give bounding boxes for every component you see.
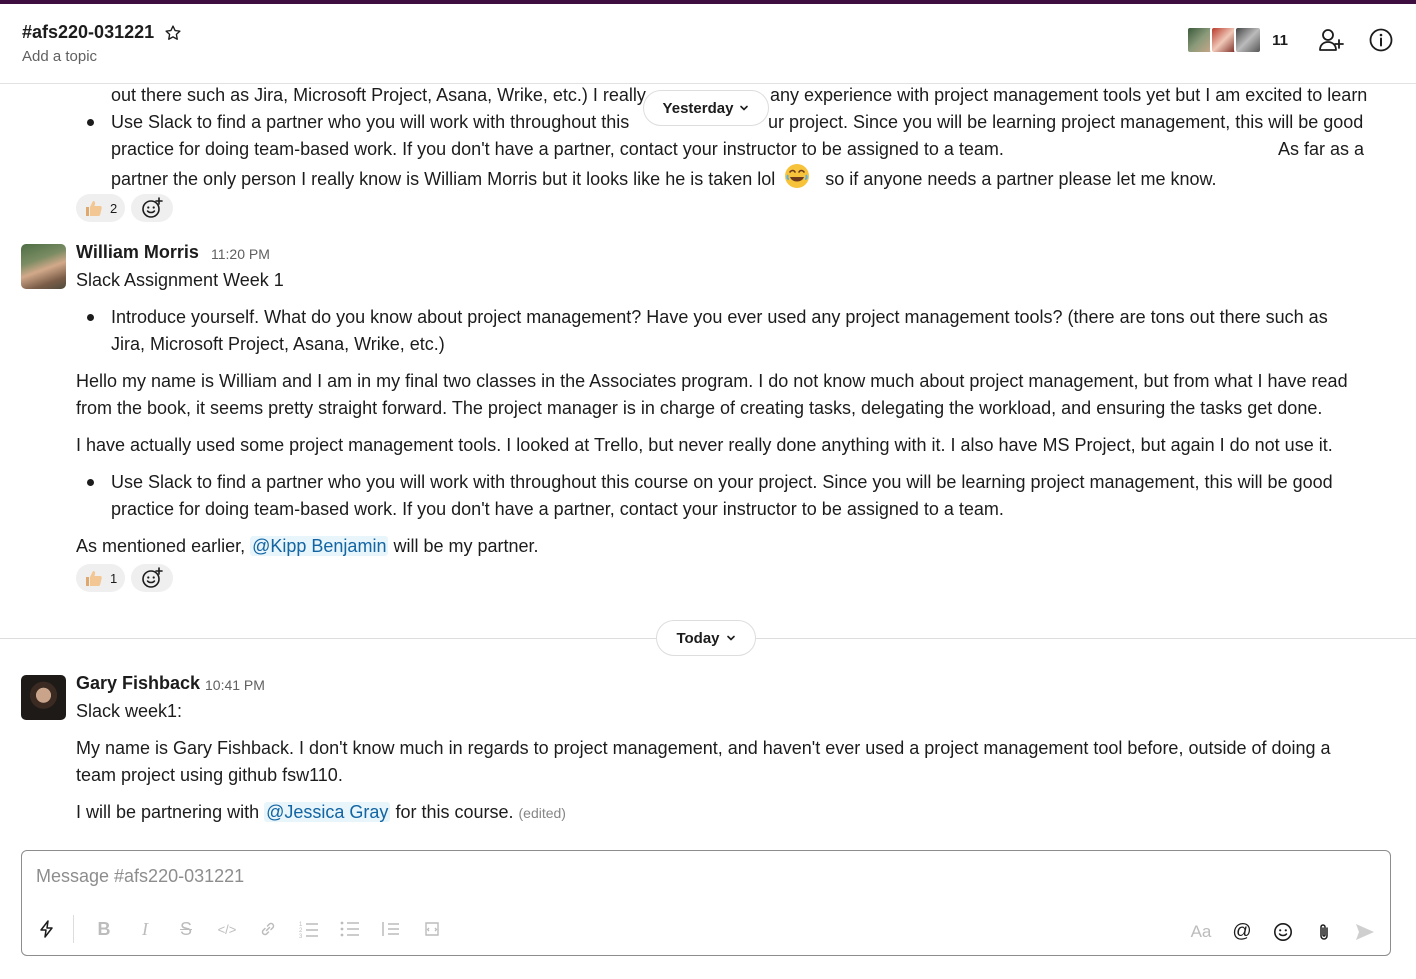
message-text: As mentioned earlier, @Kipp Benjamin wil… [76, 536, 539, 556]
date-divider-yesterday[interactable]: Yesterday [643, 90, 769, 126]
message-text: Introduce yourself. What do you know abo… [111, 307, 1328, 327]
code-block-icon[interactable] [421, 918, 443, 940]
channel-header: #afs220-031221 Add a topic 11 [0, 4, 1416, 84]
message-text: Hello my name is William and I am in my … [76, 371, 1348, 391]
formatting-toolbar: B I S </> 123 [36, 915, 462, 943]
message-text: Use Slack to find a partner who you will… [111, 472, 1333, 492]
header-actions: 11 [1186, 26, 1394, 54]
formatting-toggle-icon[interactable]: Aa [1190, 921, 1212, 943]
chevron-down-icon [740, 105, 749, 111]
message-text: any experience with project management t… [770, 85, 1368, 105]
strikethrough-icon[interactable]: S [175, 918, 197, 940]
sender-name[interactable]: Gary Fishback [76, 673, 200, 694]
composer-actions: Aa @ [1190, 921, 1376, 943]
member-count[interactable]: 11 [1272, 32, 1288, 49]
message-text: practice for doing team-based work. If y… [111, 139, 1004, 159]
link-icon[interactable] [257, 918, 279, 940]
message-composer[interactable]: Message #afs220-031221 B I S </> 123 Aa … [21, 850, 1391, 956]
ordered-list-icon[interactable]: 123 [298, 918, 320, 940]
message-text: team project using github fsw110. [76, 765, 343, 785]
thumbs-up-icon [86, 201, 102, 216]
message-text: My name is Gary Fishback. I don't know m… [76, 738, 1331, 758]
add-emoji-icon [142, 197, 163, 218]
bold-icon[interactable]: B [93, 918, 115, 940]
member-avatars[interactable] [1186, 26, 1263, 54]
add-emoji-icon [142, 567, 163, 588]
bulleted-list-icon[interactable] [339, 918, 361, 940]
code-icon[interactable]: </> [216, 918, 238, 940]
svg-text:3: 3 [299, 934, 303, 938]
date-label: Today [676, 629, 720, 647]
bullet-point [87, 314, 94, 321]
attachment-icon[interactable] [1313, 921, 1335, 943]
avatar[interactable] [21, 244, 66, 289]
blockquote-icon[interactable] [380, 918, 402, 940]
timestamp[interactable]: 10:41 PM [205, 677, 265, 693]
reaction-count: 1 [110, 570, 118, 586]
info-icon[interactable] [1368, 27, 1394, 53]
emoji-icon[interactable] [1272, 921, 1294, 943]
add-reaction-button[interactable] [131, 194, 173, 222]
date-divider-today[interactable]: Today [656, 620, 756, 656]
edited-label: (edited) [518, 805, 566, 821]
channel-name[interactable]: #afs220-031221 [22, 22, 154, 43]
reaction-count: 2 [110, 200, 118, 216]
user-mention[interactable]: @Jessica Gray [264, 802, 391, 822]
message-list[interactable]: out there such as Jira, Microsoft Projec… [0, 85, 1416, 847]
star-icon[interactable] [164, 24, 182, 42]
channel-title[interactable]: #afs220-031221 [22, 22, 182, 43]
add-topic-link[interactable]: Add a topic [22, 48, 97, 65]
message-text: Jira, Microsoft Project, Asana, Wrike, e… [111, 334, 445, 354]
message-text: Slack Assignment Week 1 [76, 270, 284, 290]
joy-emoji-icon [785, 164, 810, 188]
thumbs-up-reaction[interactable]: 1 [76, 564, 126, 592]
send-icon[interactable] [1354, 921, 1376, 943]
member-avatar [1234, 26, 1263, 54]
message-text: out there such as Jira, Microsoft Projec… [111, 85, 646, 105]
toolbar-separator [73, 915, 74, 943]
user-mention[interactable]: @Kipp Benjamin [250, 536, 389, 556]
message-text: partner the only person I really know is… [111, 163, 1217, 193]
avatar[interactable] [21, 675, 66, 720]
message-text: practice for doing team-based work. If y… [111, 499, 1004, 519]
add-member-icon[interactable] [1318, 27, 1344, 53]
thumbs-up-icon [86, 571, 102, 586]
message-input[interactable]: Message #afs220-031221 [36, 866, 244, 887]
mention-icon[interactable]: @ [1231, 921, 1253, 943]
italic-icon[interactable]: I [134, 918, 156, 940]
bullet-point [87, 119, 94, 126]
shortcuts-icon[interactable] [36, 918, 58, 940]
message-text: I will be partnering with @Jessica Gray … [76, 802, 566, 822]
sender-name[interactable]: William Morris [76, 242, 199, 263]
thumbs-up-reaction[interactable]: 2 [76, 194, 126, 222]
message-text: ur project. Since you will be learning p… [768, 112, 1364, 132]
add-reaction-button[interactable] [131, 564, 173, 592]
message-text: I have actually used some project manage… [76, 435, 1333, 455]
date-label: Yesterday [662, 99, 734, 117]
bullet-point [87, 479, 94, 486]
message-text: As far as a [1278, 139, 1365, 159]
timestamp[interactable]: 11:20 PM [211, 246, 270, 262]
message-text: from the book, it seems pretty straight … [76, 398, 1323, 418]
message-text: Use Slack to find a partner who you will… [111, 112, 630, 132]
message-text: Slack week1: [76, 701, 183, 721]
chevron-down-icon [726, 635, 735, 641]
